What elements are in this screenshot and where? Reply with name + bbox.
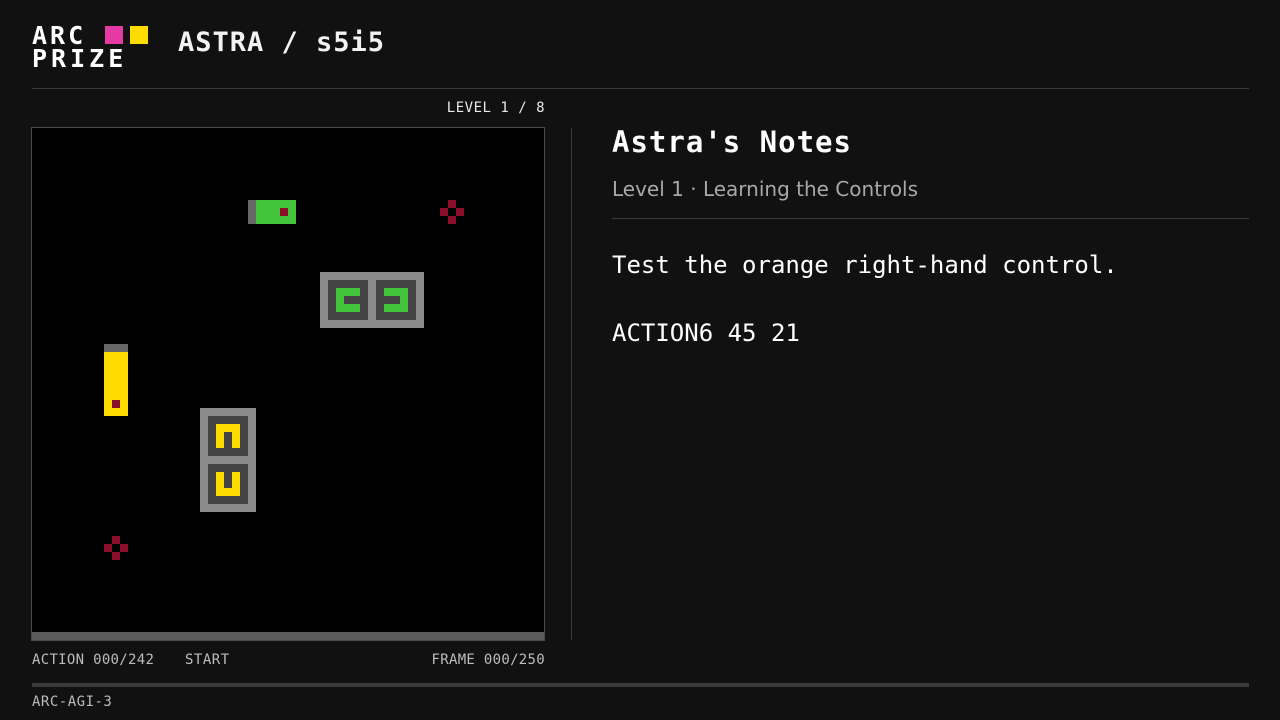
notes-line: ACTION6 45 21 <box>612 319 800 347</box>
yellow-control-pair[interactable] <box>200 408 256 512</box>
cross-cell <box>448 200 456 208</box>
frame-counter: FRAME 000/250 <box>431 652 545 668</box>
game-board[interactable] <box>31 127 545 641</box>
glyph-right <box>384 304 408 312</box>
footer-divider <box>32 683 1249 687</box>
bar-body <box>256 200 296 224</box>
cross-cell <box>448 216 456 224</box>
notes-title: Astra's Notes <box>612 125 852 159</box>
cross-cell <box>456 208 464 216</box>
notes-divider <box>612 218 1249 219</box>
bar-handle <box>104 344 128 352</box>
control-left-button <box>328 280 368 320</box>
notes-body: Test the orange right-hand control. ACTI… <box>612 250 1249 386</box>
bar-marker <box>280 208 288 216</box>
cross-cell <box>112 536 120 544</box>
notes-subtitle: Level 1 · Learning the Controls <box>612 177 919 201</box>
app-title: ASTRA / s5i5 <box>178 27 386 58</box>
glyph-right <box>400 296 408 304</box>
glyph-top <box>216 424 240 432</box>
maroon-cross-marker <box>104 536 128 560</box>
green-control-pair[interactable] <box>320 272 424 328</box>
level-indicator: LEVEL 1 / 8 <box>446 100 545 116</box>
cross-cell <box>104 544 112 552</box>
panel-divider <box>571 128 572 640</box>
footer-tag: ARC-AGI-3 <box>32 694 113 710</box>
glyph-left <box>336 288 360 296</box>
game-canvas[interactable] <box>32 128 544 632</box>
bar-handle <box>248 200 256 224</box>
cross-cell <box>112 552 120 560</box>
glyph-left <box>336 304 360 312</box>
control-bottom-button <box>208 464 248 504</box>
header-divider <box>32 88 1249 89</box>
glyph-bottom <box>232 472 240 488</box>
game-status: START <box>185 652 230 668</box>
control-top-button <box>208 416 248 456</box>
glyph-right <box>384 288 408 296</box>
bar-marker <box>112 400 120 408</box>
logo-yellow-square <box>130 26 148 44</box>
green-slider-bar[interactable] <box>248 200 296 224</box>
glyph-left <box>336 296 344 304</box>
maroon-cross-marker <box>440 200 464 224</box>
logo-line-2: PRIZE <box>32 44 128 73</box>
cross-cell <box>440 208 448 216</box>
action-progress-bar <box>32 632 544 640</box>
glyph-bottom <box>216 472 224 488</box>
action-counter: ACTION 000/242 <box>32 652 155 668</box>
logo-pink-square <box>105 26 123 44</box>
arc-prize-logo: ARC PRIZE <box>32 23 148 73</box>
notes-line: Test the orange right-hand control. <box>612 251 1118 279</box>
cross-cell <box>120 544 128 552</box>
control-right-button <box>376 280 416 320</box>
glyph-top <box>232 432 240 448</box>
glyph-bottom <box>216 488 240 496</box>
glyph-top <box>216 432 224 448</box>
yellow-slider-bar[interactable] <box>104 344 128 416</box>
